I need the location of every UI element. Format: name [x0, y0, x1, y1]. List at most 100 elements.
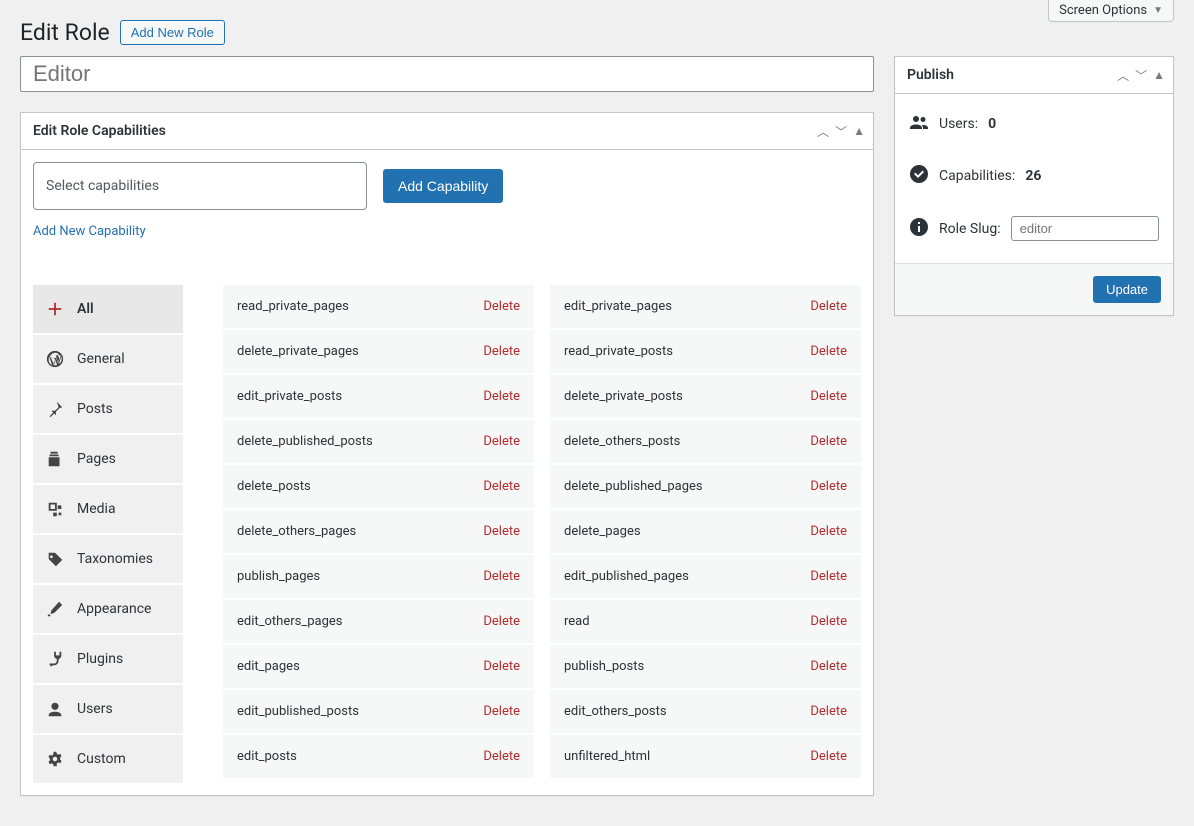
toggle-triangle-icon[interactable]: ▲: [853, 124, 865, 138]
capabilities-count: 26: [1025, 168, 1041, 184]
users-icon: [909, 112, 929, 136]
capability-name: delete_pages: [564, 524, 641, 539]
capability-name: read_private_posts: [564, 344, 673, 359]
tab-taxonomies[interactable]: Taxonomies: [33, 535, 183, 583]
capability-row: delete_published_pagesDelete: [550, 465, 861, 508]
custom-icon: [45, 749, 65, 769]
tab-custom[interactable]: Custom: [33, 735, 183, 783]
chevron-up-icon[interactable]: ︿: [1117, 67, 1129, 84]
capability-row: read_private_pages Delete: [223, 285, 534, 328]
capability-row: publish_posts Delete: [550, 645, 861, 688]
tab-posts[interactable]: Posts: [33, 385, 183, 433]
delete-capability-link[interactable]: Delete: [810, 299, 847, 314]
delete-capability-link[interactable]: Delete: [483, 299, 520, 314]
capability-row: edit_others_pages Delete: [223, 600, 534, 643]
delete-capability-link[interactable]: Delete: [483, 659, 520, 674]
delete-capability-link[interactable]: Delete: [483, 434, 520, 449]
chevron-down-icon[interactable]: ﹀: [835, 123, 847, 140]
tab-general[interactable]: General: [33, 335, 183, 383]
delete-capability-link[interactable]: Delete: [810, 389, 847, 404]
delete-capability-link[interactable]: Delete: [483, 344, 520, 359]
tab-label: Media: [77, 501, 116, 517]
capability-name: delete_private_posts: [564, 389, 683, 404]
capability-name: delete_others_posts: [564, 434, 680, 449]
taxonomies-icon: [45, 549, 65, 569]
publish-postbox: Publish ︿ ﹀ ▲ Users: 0 Capabi: [894, 56, 1174, 316]
media-icon: [45, 499, 65, 519]
capabilities-select-placeholder: Select capabilities: [46, 178, 159, 194]
capabilities-select[interactable]: Select capabilities: [33, 162, 367, 210]
delete-capability-link[interactable]: Delete: [810, 344, 847, 359]
tab-label: General: [77, 351, 125, 367]
delete-capability-link[interactable]: Delete: [483, 569, 520, 584]
toggle-triangle-icon[interactable]: ▲: [1153, 68, 1165, 82]
all-icon: [45, 299, 65, 319]
delete-capability-link[interactable]: Delete: [483, 524, 520, 539]
users-icon: [45, 699, 65, 719]
tab-plugins[interactable]: Plugins: [33, 635, 183, 683]
capability-name: edit_published_pages: [564, 569, 689, 584]
screen-options-toggle[interactable]: Screen Options ▼: [1048, 0, 1174, 22]
general-icon: [45, 349, 65, 369]
chevron-up-icon[interactable]: ︿: [817, 123, 829, 140]
add-new-capability-link[interactable]: Add New Capability: [33, 224, 861, 239]
capability-row: delete_pages Delete: [550, 510, 861, 553]
capability-name: publish_posts: [564, 659, 644, 674]
delete-capability-link[interactable]: Delete: [810, 434, 847, 449]
tab-label: All: [77, 301, 94, 317]
tab-media[interactable]: Media: [33, 485, 183, 533]
add-new-role-button[interactable]: Add New Role: [120, 20, 225, 45]
delete-capability-link[interactable]: Delete: [810, 704, 847, 719]
tab-all[interactable]: All: [33, 285, 183, 333]
delete-capability-link[interactable]: Delete: [810, 569, 847, 584]
capability-name: read_private_pages: [237, 299, 349, 314]
capability-row: publish_pagesDelete: [223, 555, 534, 598]
capability-name: edit_others_pages: [237, 614, 342, 629]
capability-row: edit_postsDelete: [223, 735, 534, 778]
tab-label: Custom: [77, 751, 126, 767]
tab-users[interactable]: Users: [33, 685, 183, 733]
capability-name: edit_private_posts: [237, 389, 342, 404]
capability-row: delete_others_posts Delete: [550, 420, 861, 463]
users-count: 0: [988, 116, 996, 132]
capability-row: edit_others_postsDelete: [550, 690, 861, 733]
capability-row: delete_others_pagesDelete: [223, 510, 534, 553]
appearance-icon: [45, 599, 65, 619]
publish-title: Publish: [895, 57, 966, 93]
delete-capability-link[interactable]: Delete: [810, 479, 847, 494]
role-slug-input[interactable]: [1011, 216, 1159, 241]
capability-row: read_private_posts Delete: [550, 330, 861, 373]
capability-name: read: [564, 614, 590, 629]
tab-label: Plugins: [77, 651, 123, 667]
capabilities-title: Edit Role Capabilities: [21, 113, 178, 149]
capabilities-label: Capabilities:: [939, 168, 1015, 184]
tab-label: Pages: [77, 451, 116, 467]
delete-capability-link[interactable]: Delete: [810, 659, 847, 674]
capability-name: delete_published_posts: [237, 434, 373, 449]
tab-label: Appearance: [77, 601, 151, 617]
capability-name: unfiltered_html: [564, 749, 650, 764]
role-name-input[interactable]: [20, 56, 874, 92]
tab-appearance[interactable]: Appearance: [33, 585, 183, 633]
users-label: Users:: [939, 116, 978, 132]
capability-row: unfiltered_html Delete: [550, 735, 861, 778]
delete-capability-link[interactable]: Delete: [810, 614, 847, 629]
capability-row: edit_published_postsDelete: [223, 690, 534, 733]
delete-capability-link[interactable]: Delete: [810, 524, 847, 539]
delete-capability-link[interactable]: Delete: [483, 749, 520, 764]
update-button[interactable]: Update: [1093, 276, 1161, 303]
capability-name: edit_pages: [237, 659, 300, 674]
capability-row: delete_postsDelete: [223, 465, 534, 508]
tab-label: Taxonomies: [77, 551, 153, 567]
add-capability-button[interactable]: Add Capability: [383, 169, 503, 203]
delete-capability-link[interactable]: Delete: [483, 614, 520, 629]
chevron-down-icon[interactable]: ﹀: [1135, 67, 1147, 84]
delete-capability-link[interactable]: Delete: [483, 479, 520, 494]
capability-row: delete_published_posts Delete: [223, 420, 534, 463]
delete-capability-link[interactable]: Delete: [483, 704, 520, 719]
capability-name: edit_private_pages: [564, 299, 672, 314]
tab-pages[interactable]: Pages: [33, 435, 183, 483]
delete-capability-link[interactable]: Delete: [483, 389, 520, 404]
role-slug-label: Role Slug:: [939, 221, 1001, 237]
delete-capability-link[interactable]: Delete: [810, 749, 847, 764]
